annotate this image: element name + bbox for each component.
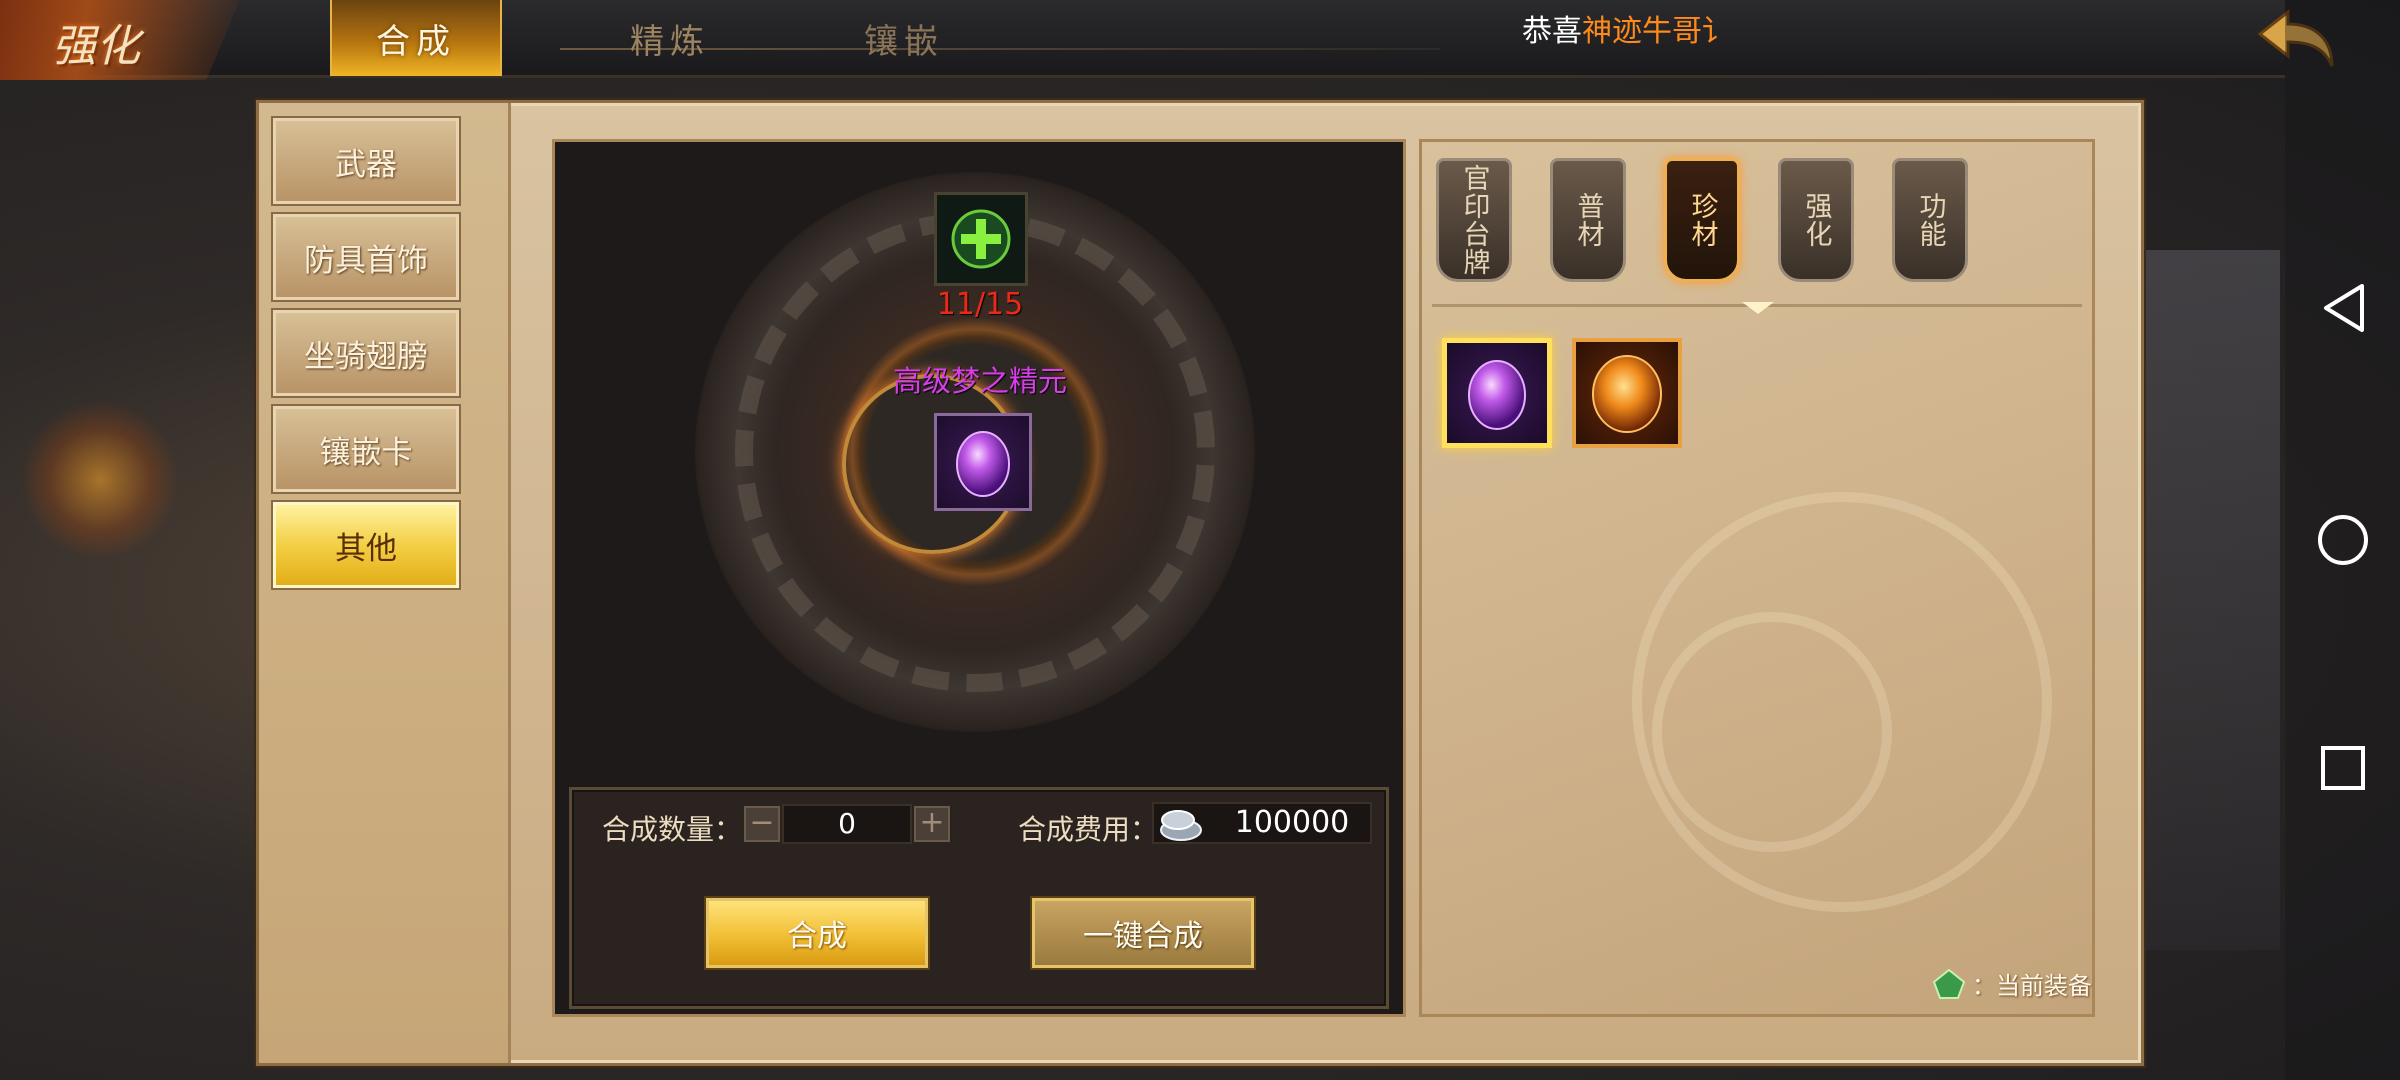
purple-gem-icon [956,431,1010,497]
logo-title: 强化 [52,21,140,72]
quantity-increase-button[interactable]: + [914,806,950,842]
triangle-back-icon [2324,284,2364,332]
tab-synthesis[interactable]: 合成 [330,0,502,76]
inventory-slot[interactable] [1572,338,1682,448]
category-weapon[interactable]: 武器 [271,116,461,206]
material-count: 11/15 [936,287,1024,322]
silver-coin-icon [1158,800,1204,846]
subtab-enhance[interactable]: 强化 [1778,158,1854,282]
category-sidebar: 武器 防具首饰 坐骑翅膀 镶嵌卡 其他 [259,103,511,1063]
subtab-common-material[interactable]: 普材 [1550,158,1626,282]
category-mount-wings[interactable]: 坐骑翅膀 [271,308,461,398]
category-inlay-card[interactable]: 镶嵌卡 [271,404,461,494]
subtab-official-seal[interactable]: 官印台牌 [1436,158,1512,282]
synthesis-controls: 合成数量： − 0 + 合成费用： 100000 合成 一键合成 [569,787,1389,1009]
subtab-function[interactable]: 功能 [1892,158,1968,282]
quantity-label: 合成数量： [602,813,743,846]
category-other[interactable]: 其他 [271,500,461,590]
quantity-input[interactable]: 0 [782,804,912,844]
synthesize-button[interactable]: 合成 [704,896,930,970]
announcement-player: 神迹牛哥讠 [1582,14,1732,49]
caret-down-icon [1742,302,1774,314]
synthesis-panel: 11/15 高级梦之精元 合成数量： − 0 + 合成费用： 100000 合成… [552,139,1406,1017]
nav-recents-button[interactable] [2315,740,2371,796]
announcement-ticker: 恭喜神迹牛哥讠 [1522,6,1732,50]
one-click-synthesize-button[interactable]: 一键合成 [1030,896,1256,970]
system-nav-bar [2285,0,2400,1080]
circle-home-icon [2318,515,2368,565]
tab-refine[interactable]: 精炼 [584,0,756,76]
purple-gem-icon [1468,360,1526,430]
subtab-rare-material[interactable]: 珍材 [1664,158,1740,282]
quantity-decrease-button[interactable]: − [744,806,780,842]
tab-inlay[interactable]: 镶嵌 [818,0,990,76]
equipped-marker-icon [1932,968,1966,999]
result-item-name: 高级梦之精元 [892,364,1067,398]
background-swirl [1652,612,1892,852]
background-fire [20,400,180,560]
plus-icon [951,209,1011,269]
top-bar: 强化 合成 精炼 镶嵌 恭喜神迹牛哥讠 [0,0,2334,80]
square-recents-icon [2321,746,2365,790]
nav-back-button[interactable] [2315,280,2371,336]
material-inventory-panel: 官印台牌 普材 珍材 强化 功能 ：当前装备 [1419,139,2095,1017]
result-slot[interactable] [934,413,1032,511]
nav-home-button[interactable] [2315,512,2371,568]
background-scenery [2140,250,2280,950]
orange-gem-icon [1592,355,1662,433]
main-frame: 武器 防具首饰 坐骑翅膀 镶嵌卡 其他 11/15 高级梦之精元 合成数量： − [256,100,2144,1066]
tab-divider [560,48,1440,50]
category-armor-jewelry[interactable]: 防具首饰 [271,212,461,302]
material-slot[interactable] [934,192,1028,286]
equipped-legend-text: ：当前装备 [1972,972,2092,1000]
inventory-slot-selected[interactable] [1442,338,1552,448]
announcement-prefix: 恭喜 [1522,14,1582,49]
equipped-legend: ：当前装备 [1932,966,2092,1001]
cost-label: 合成费用： [1018,813,1159,846]
